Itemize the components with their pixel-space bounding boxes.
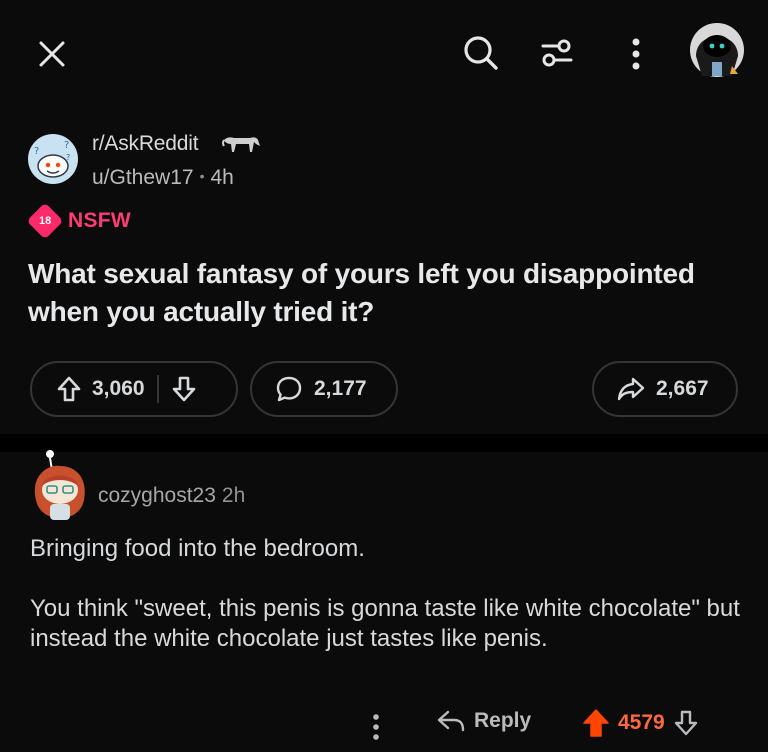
search-icon (464, 36, 498, 70)
comment-username[interactable]: cozyghost23 (98, 484, 216, 507)
svg-text:?: ? (66, 153, 70, 162)
upvote-arrow-icon (57, 376, 81, 402)
askreddit-snoo-icon: ? ? ? (34, 140, 70, 178)
commenter-avatar[interactable] (30, 448, 90, 524)
top-bar (0, 0, 768, 105)
more-button[interactable] (618, 32, 654, 76)
meta-separator: • (199, 168, 205, 184)
search-button[interactable] (458, 30, 504, 76)
share-arrow-icon (617, 377, 645, 401)
downvote-arrow-icon (172, 376, 195, 402)
svg-text:?: ? (64, 140, 69, 151)
comment-author-line: cozyghost23 2h (98, 484, 245, 508)
nsfw-18-badge: 18 (26, 202, 64, 240)
share-button[interactable]: 2,667 (592, 361, 738, 417)
post-header: ? ? ? r/AskReddit u/Gthew17 • 4h (28, 128, 728, 192)
share-count: 2,667 (656, 377, 709, 400)
post-meta: u/Gthew17 • 4h (92, 166, 234, 190)
upvote-filled-icon (583, 709, 609, 737)
nsfw-label: NSFW (68, 209, 132, 232)
more-vertical-icon (632, 38, 640, 70)
reply-label: Reply (474, 709, 532, 732)
comment-downvote-button[interactable] (673, 709, 699, 737)
vote-bar: 3,060 (30, 361, 238, 417)
upvote-count: 3,060 (92, 377, 145, 400)
comment-vote: 4579 (582, 708, 699, 738)
comment-paragraph: You think "sweet, this penis is gonna ta… (30, 595, 740, 652)
comment-score: 4579 (618, 711, 665, 734)
comment-actions: Reply 4579 (0, 700, 768, 752)
filter-icon (541, 39, 573, 67)
nsfw-tag: 18 NSFW (26, 202, 132, 240)
reply-button[interactable]: Reply (436, 708, 531, 734)
downvote-arrow-icon (674, 710, 697, 736)
filter-button[interactable] (536, 32, 578, 74)
downvote-button[interactable] (171, 375, 197, 403)
comment-bubble-icon (276, 376, 302, 402)
upvote-button[interactable] (56, 375, 82, 403)
commenter-snoo-icon (34, 450, 85, 520)
post-author[interactable]: u/Gthew17 (92, 166, 194, 189)
comment-more-button[interactable] (366, 710, 386, 744)
close-icon (39, 41, 65, 67)
close-button[interactable] (30, 32, 74, 76)
horse-flair-icon (222, 137, 260, 152)
post-age: 4h (210, 166, 234, 189)
reply-arrow-icon (437, 710, 465, 732)
subreddit-name[interactable]: r/AskReddit (92, 132, 199, 156)
post-title: What sexual fantasy of yours left you di… (28, 258, 695, 327)
comment-paragraph: Bringing food into the bedroom. (30, 535, 365, 562)
comment-upvote-button[interactable] (582, 708, 610, 738)
subreddit-avatar[interactable]: ? ? ? (28, 134, 78, 184)
comment-age: 2h (221, 484, 246, 507)
comments-button[interactable]: 2,177 (250, 361, 398, 417)
profile-button[interactable] (688, 16, 746, 80)
comment-count: 2,177 (314, 377, 367, 400)
svg-text:?: ? (34, 146, 39, 157)
vote-divider (156, 375, 159, 403)
comment-body: Bringing food into the bedroom. You thin… (30, 534, 742, 684)
section-divider (0, 434, 768, 452)
more-vertical-icon (373, 714, 379, 740)
user-avatar-icon (690, 23, 744, 77)
